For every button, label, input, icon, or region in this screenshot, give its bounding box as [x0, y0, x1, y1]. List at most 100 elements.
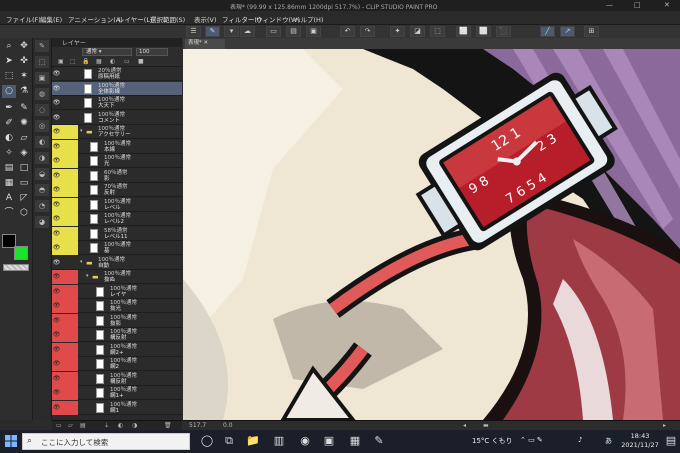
layer-lock-cell[interactable] — [61, 183, 69, 197]
layer-lock-cell[interactable] — [61, 386, 69, 400]
visibility-eye-icon[interactable]: 👁 — [52, 270, 61, 284]
lock-icon[interactable]: 🔒 — [82, 58, 89, 65]
eyedropper-tool-icon[interactable]: ⚗ — [17, 85, 31, 98]
redo-icon[interactable]: ↷ — [360, 26, 375, 37]
layer-lock-cell[interactable] — [61, 342, 69, 357]
layer-row[interactable]: 👁 100％通常 網2 — [52, 357, 182, 371]
layer-row[interactable]: 👁 100％通常 本線 — [52, 139, 182, 154]
ime-indicator[interactable]: あ — [605, 436, 612, 446]
ruler-tool-icon[interactable]: ▭ — [17, 177, 31, 190]
invert-selection-icon[interactable]: ⬛ — [496, 26, 511, 37]
balloon-tool-icon[interactable]: ◸ — [17, 192, 31, 205]
delete-layer-icon[interactable]: 🗑 — [164, 422, 172, 429]
layer-row[interactable]: 👁 58％通常 レベル11 — [52, 226, 182, 241]
sub-tool-icon[interactable]: ▣ — [35, 72, 49, 84]
visibility-eye-icon[interactable]: 👁 — [52, 139, 61, 154]
layer-lock-cell[interactable] — [61, 328, 69, 342]
layer-lock-cell[interactable] — [61, 241, 69, 255]
layer-row[interactable]: 👁 100％通常 抜影 — [52, 313, 182, 328]
reference-icon[interactable]: ⬚ — [70, 58, 76, 65]
ruler-icon[interactable]: ▭ — [124, 58, 130, 65]
folder-expand-icon[interactable]: ▾ — [80, 259, 83, 265]
canvas-tab[interactable]: 表現* ✕ — [185, 39, 225, 49]
figure-tool-icon[interactable]: □ — [17, 162, 31, 175]
minimize-button[interactable]: — — [606, 1, 613, 9]
transform-icon[interactable]: ⬚ — [430, 26, 445, 37]
gradient-tool-icon[interactable]: ▤ — [2, 162, 16, 175]
scrollbar-thumb[interactable]: ▬ — [483, 422, 489, 429]
visibility-eye-icon[interactable]: 👁 — [52, 125, 61, 139]
pen-mode-icon[interactable]: ✎ — [205, 26, 220, 37]
cloud-icon[interactable]: ☁ — [240, 26, 255, 37]
deselect-icon[interactable]: ⬜ — [476, 26, 491, 37]
eraser-tool-icon[interactable]: ▱ — [17, 132, 31, 145]
layer-lock-cell[interactable] — [61, 357, 69, 371]
layer-lock-cell[interactable] — [61, 154, 69, 168]
layer-row[interactable]: 👁 100％通常 構反射 — [52, 328, 182, 342]
close-button[interactable]: ✕ — [664, 1, 670, 9]
sub-tool-icon[interactable]: ◐ — [35, 136, 49, 148]
zoom-tool-icon[interactable]: ⌕ — [2, 40, 16, 53]
zoom-value[interactable]: 517.7 — [189, 422, 206, 429]
folder-expand-icon[interactable]: ▾ — [80, 128, 83, 134]
new-raster-layer-icon[interactable]: ▭ — [56, 422, 62, 429]
layer-lock-cell[interactable] — [61, 299, 69, 313]
clip-studio-taskbar-icon[interactable]: ✎ — [372, 434, 386, 448]
visibility-eye-icon[interactable]: 👁 — [52, 111, 61, 125]
layer-row[interactable]: 👁 20％通常 原稿用紙 — [52, 67, 182, 81]
visibility-eye-icon[interactable]: 👁 — [52, 197, 61, 212]
sub-tool-icon[interactable]: ⬚ — [35, 56, 49, 68]
menu-view[interactable]: 表示(V) — [194, 14, 217, 24]
visibility-eye-icon[interactable]: 👁 — [52, 212, 61, 226]
snap-icon[interactable]: ↗ — [560, 26, 575, 37]
mask-icon[interactable]: ◐ — [110, 58, 115, 65]
visibility-eye-icon[interactable]: 👁 — [52, 313, 61, 328]
sub-tool-icon[interactable]: ◕ — [35, 216, 49, 228]
visibility-eye-icon[interactable]: 👁 — [52, 154, 61, 168]
layer-lock-cell[interactable] — [61, 212, 69, 226]
visibility-eye-icon[interactable]: 👁 — [52, 256, 61, 270]
task-view-icon[interactable]: ◯ — [200, 434, 214, 448]
windows-start-icon[interactable] — [5, 435, 17, 447]
dropdown-icon[interactable]: ▾ — [224, 26, 239, 37]
airbrush-tool-icon[interactable]: ✺ — [17, 117, 31, 130]
menu-help[interactable]: ヘルプ(H) — [294, 14, 323, 24]
undo-icon[interactable]: ↶ — [340, 26, 355, 37]
ruler-icon[interactable]: ╱ — [540, 26, 555, 37]
sub-tool-icon[interactable]: ◎ — [35, 120, 49, 132]
visibility-eye-icon[interactable]: 👁 — [52, 357, 61, 371]
pencil-tool-icon[interactable]: ✎ — [17, 102, 31, 115]
create-mask-icon[interactable]: ◐ — [118, 422, 123, 429]
brush-tool-icon[interactable]: ✐ — [2, 117, 16, 130]
auto-select-tool-icon[interactable]: ✶ — [17, 70, 31, 83]
clip-icon[interactable]: ▣ — [58, 58, 64, 65]
visibility-eye-icon[interactable]: 👁 — [52, 67, 61, 81]
apply-mask-icon[interactable]: ◑ — [132, 422, 137, 429]
menu-icon[interactable]: ☰ — [186, 26, 201, 37]
layer-folder-row[interactable]: 👁 ▾ ▬ 100％通常 自動 — [52, 255, 182, 270]
layer-row[interactable]: 👁 100％通常 レベル — [52, 197, 182, 212]
layer-row[interactable]: 👁 100％通常 レベル2 — [52, 212, 182, 226]
move-tool-icon[interactable]: ✥ — [17, 40, 31, 53]
merge-down-icon[interactable]: ⇣ — [104, 422, 109, 429]
layer-row[interactable]: 👁 100％通常 レイヤ — [52, 284, 182, 299]
save-icon[interactable]: ▣ — [306, 26, 321, 37]
layer-folder-row[interactable]: 👁 ▾ ▬ 100％通常 アクセサリー — [52, 125, 182, 139]
layer-lock-cell[interactable] — [61, 313, 69, 328]
layer-row[interactable]: 👁 100％通常 網2+ — [52, 342, 182, 357]
layer-lock-cell[interactable] — [61, 256, 69, 270]
layer-lock-cell[interactable] — [61, 270, 69, 284]
layer-row[interactable]: 👁 100％通常光 — [52, 154, 182, 168]
visibility-eye-icon[interactable]: 👁 — [52, 168, 61, 183]
new-vector-layer-icon[interactable]: ▱ — [68, 422, 73, 429]
text-tool-icon[interactable]: A — [2, 192, 16, 205]
layer-lock-cell[interactable] — [61, 82, 69, 96]
blend-tool-icon[interactable]: ◐ — [2, 132, 16, 145]
explorer-icon[interactable]: ▥ — [272, 434, 286, 448]
layer-lock-cell[interactable] — [61, 168, 69, 183]
fill-tool-icon[interactable]: ◈ — [17, 147, 31, 160]
visibility-eye-icon[interactable]: 👁 — [52, 96, 61, 110]
pen-tool-icon[interactable]: ✒ — [2, 102, 16, 115]
3d-tool-icon[interactable]: ⬡ — [17, 207, 31, 220]
menu-edit[interactable]: 編集(E) — [40, 14, 62, 24]
